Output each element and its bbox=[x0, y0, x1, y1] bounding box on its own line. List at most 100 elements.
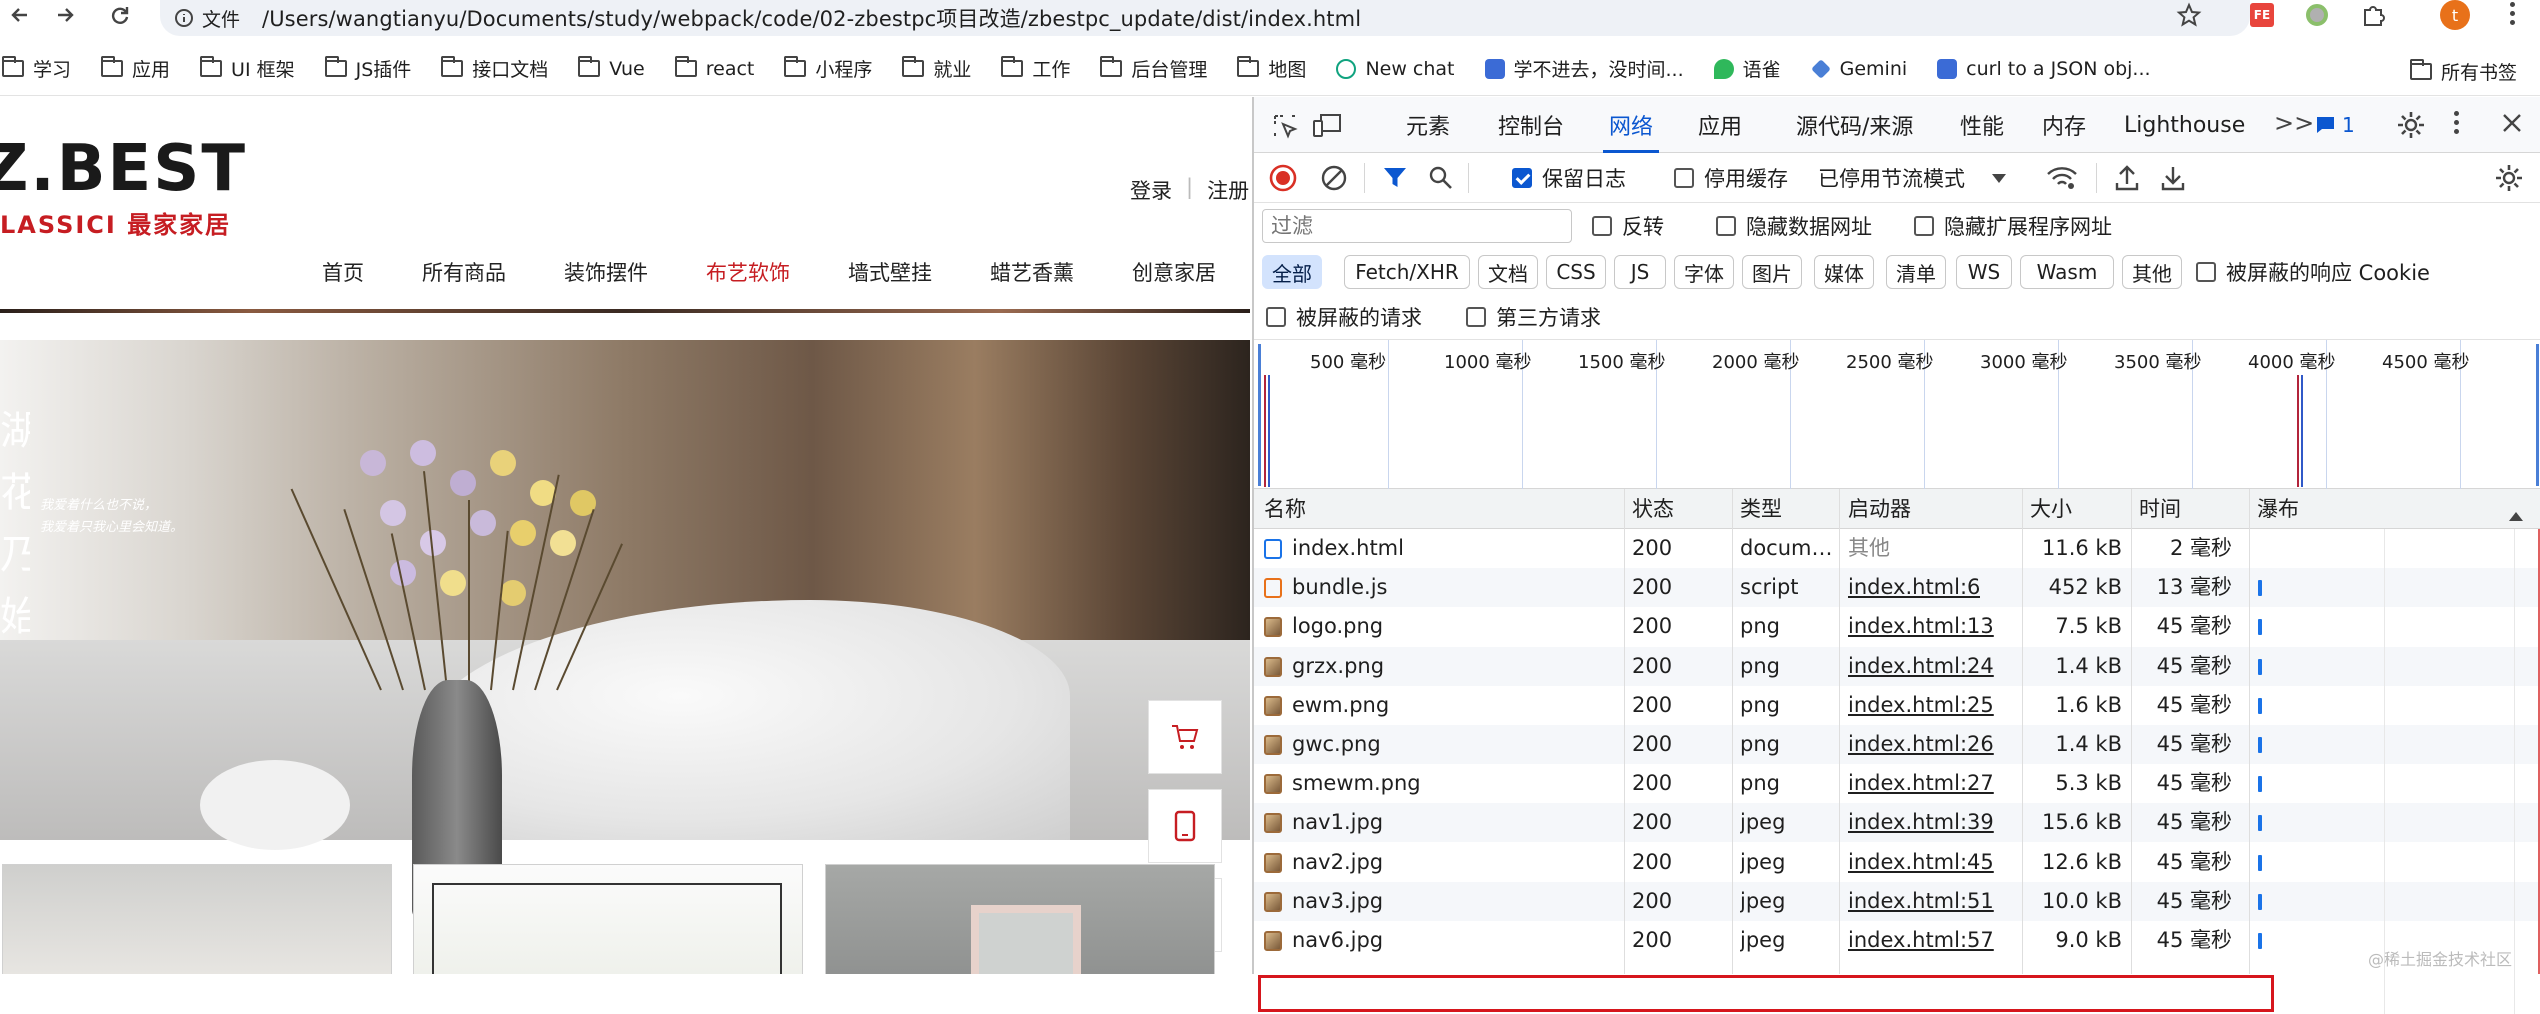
category-card[interactable] bbox=[413, 864, 803, 974]
cell-initiator[interactable]: index.html:51 bbox=[1848, 882, 1994, 921]
forward-button[interactable] bbox=[45, 0, 85, 30]
blocked-cookies-checkbox[interactable]: 被屏蔽的响应 Cookie bbox=[2196, 249, 2430, 295]
timeline-start-handle[interactable] bbox=[1258, 344, 1261, 486]
type-filter-chip[interactable]: 图片 bbox=[1742, 255, 1802, 289]
type-filter-chip[interactable]: 清单 bbox=[1886, 255, 1946, 289]
site-info-chip[interactable]: 文件 bbox=[174, 5, 262, 32]
register-link[interactable]: 注册 bbox=[1207, 175, 1249, 205]
more-tabs-chevron-icon[interactable]: >> bbox=[2274, 109, 2314, 137]
bookmark-item[interactable]: curl to a JSON obj... bbox=[1937, 58, 2151, 80]
request-row[interactable]: grzx.png 200 png index.html:24 1.4 kB 45 毫秒 bbox=[1254, 646, 2540, 686]
column-header[interactable]: 大小 bbox=[2030, 489, 2072, 529]
extension-circle-icon[interactable] bbox=[2306, 4, 2328, 26]
request-row[interactable]: nav1.jpg 200 jpeg index.html:39 15.6 kB 45 毫秒 bbox=[1254, 803, 2540, 843]
close-devtools-button[interactable] bbox=[2500, 111, 2524, 140]
bookmark-item[interactable]: 学不进去，没时间... bbox=[1484, 55, 1684, 82]
search-button[interactable] bbox=[1428, 153, 1454, 203]
bookmark-item[interactable]: 语雀 bbox=[1713, 55, 1781, 82]
column-header[interactable]: 瀑布 bbox=[2257, 489, 2299, 529]
nav-item[interactable]: 首页 bbox=[322, 257, 364, 287]
devtools-tab[interactable]: Lighthouse bbox=[2124, 97, 2245, 153]
disable-cache-checkbox[interactable]: 停用缓存 bbox=[1674, 153, 1788, 203]
request-row[interactable]: nav2.jpg 200 jpeg index.html:45 12.6 kB 45 毫秒 bbox=[1254, 843, 2540, 882]
hero-banner[interactable]: 湖花乃始 我爱着什么也不说， 我爱着只我心里会知道。 bbox=[0, 340, 1250, 920]
all-bookmarks-button[interactable]: 所有书签 bbox=[2410, 58, 2517, 85]
throttle-select[interactable]: 已停用节流模式 bbox=[1818, 153, 2007, 203]
cart-button[interactable] bbox=[1148, 700, 1222, 774]
type-filter-chip[interactable]: Fetch/XHR bbox=[1344, 255, 1470, 289]
back-button[interactable] bbox=[0, 0, 40, 30]
export-har-button[interactable] bbox=[2160, 153, 2186, 203]
request-row[interactable]: ewm.png 200 png index.html:25 1.6 kB 45 毫秒 bbox=[1254, 686, 2540, 725]
type-filter-chip[interactable]: CSS bbox=[1546, 255, 1606, 289]
bookmark-item[interactable]: 地图 bbox=[1237, 55, 1306, 82]
bookmark-item[interactable]: 学习 bbox=[2, 55, 71, 82]
devtools-tab[interactable]: 源代码/来源 bbox=[1796, 97, 1913, 153]
bookmark-item[interactable]: 就业 bbox=[902, 55, 971, 82]
devtools-menu-button[interactable] bbox=[2454, 111, 2459, 134]
bookmark-item[interactable]: JS插件 bbox=[324, 55, 411, 82]
type-filter-chip[interactable]: 文档 bbox=[1478, 255, 1538, 289]
preserve-log-checkbox[interactable]: 保留日志 bbox=[1512, 153, 1626, 203]
category-card[interactable] bbox=[2, 864, 392, 974]
import-har-button[interactable] bbox=[2114, 153, 2140, 203]
cell-initiator[interactable]: 其他 bbox=[1848, 529, 1890, 568]
login-link[interactable]: 登录 bbox=[1130, 175, 1172, 205]
inspect-element-button[interactable] bbox=[1272, 113, 1298, 144]
devtools-tab[interactable]: 性能 bbox=[1960, 97, 2004, 153]
nav-item[interactable]: 布艺软饰 bbox=[706, 257, 790, 287]
profile-avatar[interactable]: t bbox=[2440, 0, 2470, 30]
column-header[interactable]: 启动器 bbox=[1848, 489, 1911, 529]
devtools-settings-button[interactable] bbox=[2396, 110, 2426, 145]
sort-arrow-icon[interactable] bbox=[2508, 503, 2524, 527]
address-bar[interactable]: 文件 /Users/wangtianyu/Documents/study/web… bbox=[160, 0, 2250, 36]
column-header[interactable]: 名称 bbox=[1264, 489, 1306, 529]
type-filter-chip[interactable]: Wasm bbox=[2020, 255, 2114, 289]
network-settings-button[interactable] bbox=[2494, 153, 2524, 203]
devtools-tab[interactable]: 网络 bbox=[1602, 97, 1660, 153]
filter-toggle-button[interactable] bbox=[1382, 153, 1408, 203]
issues-button[interactable]: 1 bbox=[2314, 113, 2355, 137]
bookmark-item[interactable]: Vue bbox=[578, 56, 645, 80]
site-logo[interactable]: Z.BEST LASSICI 最家家居 bbox=[0, 137, 260, 247]
bookmark-item[interactable]: 后台管理 bbox=[1100, 55, 1207, 82]
invert-checkbox[interactable]: 反转 bbox=[1592, 203, 1664, 249]
network-conditions-button[interactable] bbox=[2046, 153, 2078, 203]
cell-initiator[interactable]: index.html:6 bbox=[1848, 568, 1980, 607]
type-filter-chip[interactable]: 字体 bbox=[1674, 255, 1734, 289]
browser-menu-button[interactable] bbox=[2502, 2, 2522, 25]
bookmark-item[interactable]: Gemini bbox=[1810, 58, 1907, 80]
request-row[interactable]: nav6.jpg 200 jpeg index.html:57 9.0 kB 45 毫秒 bbox=[1254, 921, 2540, 960]
cell-initiator[interactable]: index.html:13 bbox=[1848, 607, 1994, 646]
devtools-tab[interactable]: 控制台 bbox=[1498, 97, 1564, 153]
nav-item[interactable]: 创意家居 bbox=[1132, 257, 1216, 287]
blocked-requests-checkbox[interactable]: 被屏蔽的请求 bbox=[1266, 295, 1422, 339]
cell-initiator[interactable]: index.html:27 bbox=[1848, 764, 1994, 803]
type-filter-chip[interactable]: 媒体 bbox=[1814, 255, 1874, 289]
request-row[interactable]: nav3.jpg 200 jpeg index.html:51 10.0 kB 45 毫秒 bbox=[1254, 881, 2540, 921]
bookmark-item[interactable]: UI 框架 bbox=[200, 55, 295, 82]
devtools-tab[interactable]: 内存 bbox=[2042, 97, 2086, 153]
mobile-qr-button[interactable] bbox=[1148, 789, 1222, 863]
request-row[interactable]: smewm.png 200 png index.html:27 5.3 kB 45 毫秒 bbox=[1254, 764, 2540, 803]
cell-initiator[interactable]: index.html:25 bbox=[1848, 686, 1994, 725]
third-party-checkbox[interactable]: 第三方请求 bbox=[1466, 295, 1601, 339]
cell-initiator[interactable]: index.html:57 bbox=[1848, 921, 1994, 960]
devtools-tab[interactable]: 应用 bbox=[1698, 97, 1742, 153]
cell-initiator[interactable]: index.html:45 bbox=[1848, 843, 1994, 882]
nav-item[interactable]: 蜡艺香薰 bbox=[990, 257, 1074, 287]
column-header[interactable]: 类型 bbox=[1740, 489, 1782, 529]
cell-initiator[interactable]: index.html:39 bbox=[1848, 803, 1994, 842]
bookmark-star-button[interactable] bbox=[2176, 2, 2202, 32]
nav-item[interactable]: 墙式壁挂 bbox=[848, 257, 932, 287]
bookmark-item[interactable]: 应用 bbox=[101, 55, 170, 82]
bookmark-item[interactable]: 小程序 bbox=[784, 55, 872, 82]
nav-item[interactable]: 所有商品 bbox=[422, 257, 506, 287]
extensions-button[interactable] bbox=[2360, 2, 2386, 32]
device-toolbar-button[interactable] bbox=[1312, 113, 1342, 144]
bookmark-item[interactable]: New chat bbox=[1336, 58, 1455, 80]
record-button[interactable] bbox=[1268, 153, 1298, 203]
hide-data-urls-checkbox[interactable]: 隐藏数据网址 bbox=[1716, 203, 1872, 249]
reload-button[interactable] bbox=[100, 0, 140, 30]
column-header[interactable]: 时间 bbox=[2139, 489, 2181, 529]
